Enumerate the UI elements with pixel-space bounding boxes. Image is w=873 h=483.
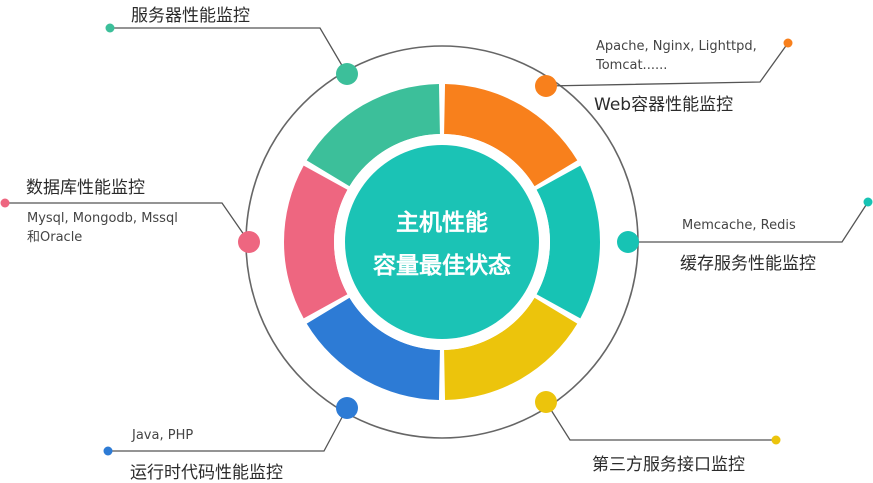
label-database-sub1: Mysql, Mongodb, Mssql	[27, 211, 178, 226]
label-cache-title: 缓存服务性能监控	[680, 254, 816, 274]
ring-dot-thirdparty	[535, 391, 557, 413]
end-dot-runtime	[103, 446, 113, 456]
label-database-title: 数据库性能监控	[26, 178, 145, 198]
ring-dot-server	[336, 63, 358, 85]
center-title-line1: 主机性能	[396, 210, 488, 236]
label-runtime-title: 运行时代码性能监控	[130, 463, 283, 483]
end-dot-thirdparty	[771, 435, 781, 445]
ring-dot-cache	[617, 231, 639, 253]
leader-line-server	[110, 27, 348, 75]
center-title-line2: 容量最佳状态	[373, 253, 511, 279]
ring-dot-database	[238, 231, 260, 253]
leader-line-thirdparty	[545, 401, 776, 441]
center-disc	[345, 145, 539, 339]
end-dot-cache	[863, 197, 873, 207]
label-thirdparty-title: 第三方服务接口监控	[592, 455, 745, 475]
ring-dot-web	[535, 75, 557, 97]
label-web-sub2: Tomcat......	[596, 58, 668, 73]
label-runtime-sub1: Java, PHP	[132, 428, 194, 443]
label-web-sub1: Apache, Nginx, Lighttpd,	[596, 39, 757, 54]
end-dot-database	[0, 198, 10, 208]
label-cache-sub1: Memcache, Redis	[682, 218, 796, 233]
label-database-sub2: 和Oracle	[27, 230, 83, 245]
end-dot-server	[105, 23, 115, 33]
end-dot-web	[783, 38, 793, 48]
label-server-title: 服务器性能监控	[131, 6, 250, 26]
ring-dot-runtime	[336, 397, 358, 419]
monitoring-diagram	[0, 23, 873, 456]
label-web-title: Web容器性能监控	[594, 95, 734, 115]
